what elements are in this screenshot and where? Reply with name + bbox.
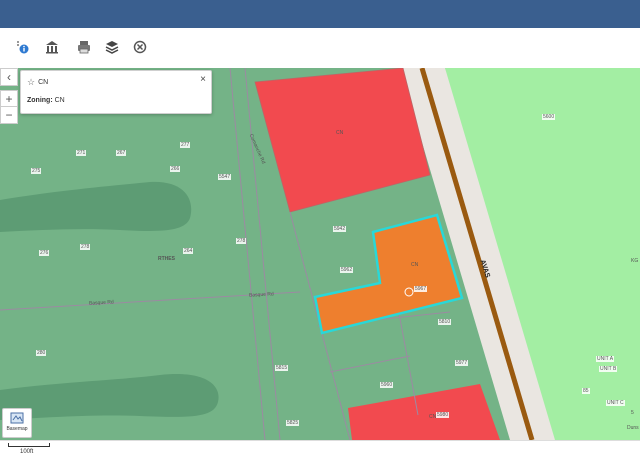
- scale-bar: [8, 443, 50, 447]
- layers-icon[interactable]: [102, 37, 122, 57]
- info-icon[interactable]: [12, 37, 32, 57]
- parcel-number: 5967: [414, 286, 428, 292]
- popup-close-button[interactable]: ×: [200, 74, 206, 85]
- subdivision-label: RTHES: [158, 256, 175, 262]
- parcel-number: UNIT C: [606, 400, 625, 406]
- parcel-number: 275: [31, 168, 42, 174]
- parcel-number: 264: [183, 248, 194, 254]
- parcel-number: 85: [582, 388, 590, 394]
- zone-label: CN: [336, 130, 344, 136]
- parcel-number: 276: [39, 250, 50, 256]
- zoning-value: CN: [54, 97, 65, 104]
- identify-popup: ☆ CN × Zoning: CN: [20, 70, 212, 114]
- parcel-number: 5825: [286, 420, 300, 426]
- parcel-number: 267: [116, 150, 127, 156]
- basemap-icon: [10, 412, 24, 424]
- parcel-number: 271: [76, 150, 87, 156]
- zoom-in-icon: +: [5, 92, 13, 106]
- zone-label: CN: [411, 262, 419, 268]
- parcel-number: UNIT A: [596, 356, 615, 362]
- parcel-number: 278: [80, 244, 91, 250]
- parcel-number: 5: [631, 410, 634, 416]
- parcel-number: Duns: [627, 425, 639, 431]
- map-layer: [0, 68, 640, 440]
- print-icon[interactable]: [74, 37, 94, 57]
- basemap-button[interactable]: Basemap: [2, 408, 32, 438]
- status-bar: 100ft: [0, 440, 640, 461]
- parcel-number: 5810: [438, 319, 452, 325]
- parcel-number: 5960: [380, 382, 394, 388]
- popup-title: CN: [38, 79, 49, 86]
- scale-label: 100ft: [20, 449, 34, 455]
- clear-icon[interactable]: [130, 37, 150, 57]
- building-icon[interactable]: [42, 37, 62, 57]
- parcel-number: UNIT B: [599, 366, 618, 372]
- parcel-number: 5942: [333, 226, 347, 232]
- parcel-number: 5977: [455, 360, 469, 366]
- parcel-number: 280: [36, 350, 47, 356]
- collapse-panel-button[interactable]: ‹: [0, 68, 18, 86]
- parcel-number: 5962: [340, 267, 354, 273]
- toolbar: [0, 28, 640, 69]
- parcel-number: 5547: [218, 174, 232, 180]
- parcel-number: 278: [236, 238, 247, 244]
- zoom-out-button[interactable]: −: [0, 106, 18, 124]
- zoning-label: Zoning:: [27, 97, 53, 104]
- parcel-number: 5815: [275, 365, 289, 371]
- parcel-number: 266: [170, 166, 181, 172]
- parcel-number: 277: [180, 142, 191, 148]
- collapse-chevron-icon: ‹: [7, 70, 11, 84]
- zone-label: KG: [631, 258, 639, 264]
- map-canvas[interactable]: CN CN CN KG Comanche Rd Basque Rd Basque…: [0, 68, 640, 440]
- zoom-out-icon: −: [5, 108, 13, 122]
- parcel-number: 5600: [542, 114, 556, 120]
- basemap-label: Basemap: [6, 426, 28, 432]
- star-icon[interactable]: ☆: [27, 77, 35, 88]
- app-header-bar: [0, 0, 640, 28]
- parcel-number: 5980: [436, 412, 450, 418]
